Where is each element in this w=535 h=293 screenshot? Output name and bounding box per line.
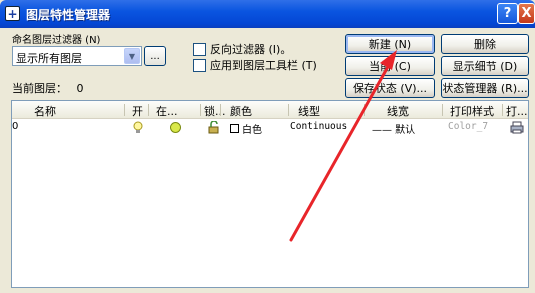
close-button[interactable]: X [518,3,535,24]
table-row[interactable]: 0 白色 Continuous —— 默认 Color_7 [12,120,528,136]
apply-toolbar-label: 应用到图层工具栏 (T) [210,59,317,72]
col-linetype[interactable]: 线型 [298,103,320,119]
state-manager-button[interactable]: 状态管理器 (R)... [441,78,529,98]
current-layer-label: 当前图层： [12,82,67,95]
col-plot[interactable]: 打... [506,103,528,119]
help-button[interactable]: ? [497,3,518,24]
save-state-button[interactable]: 保存状态 (V)... [345,78,435,98]
delete-layer-button[interactable]: 删除 [441,34,529,54]
unlock-icon[interactable] [207,120,220,137]
linetype-value[interactable]: Continuous [290,121,347,132]
sun-icon[interactable] [169,121,182,137]
col-name[interactable]: 名称 [34,103,56,119]
col-on[interactable]: 开 [132,103,143,119]
title-bar: + 图层特性管理器 ? X [0,0,535,28]
lightbulb-icon[interactable] [132,121,144,137]
printer-icon[interactable] [510,121,524,137]
layer-filter-select[interactable]: 显示所有图层 ▼ [12,46,142,66]
table-header: 名称 开 在... 锁... 颜色 线型 线宽 打印样式 打... [12,101,528,119]
window-title: 图层特性管理器 [26,8,111,22]
col-lock[interactable]: 锁... [204,103,226,119]
col-color[interactable]: 颜色 [230,103,252,119]
set-current-button[interactable]: 当前 (C) [345,56,435,76]
color-value: 白色 [242,125,262,136]
col-lineweight[interactable]: 线宽 [387,103,409,119]
app-icon: + [5,6,20,21]
plotstyle-value: Color_7 [448,121,489,132]
invert-filter-checkbox[interactable] [193,42,206,56]
invert-filter-label: 反向过滤器 (I)。 [210,43,292,56]
filter-label: 命名图层过滤器 (N) [12,35,101,46]
current-layer-value: 0 [76,82,84,95]
filter-dialog-button[interactable]: ... [144,46,166,66]
current-layer: 当前图层： 0 [12,80,84,96]
lineweight-value[interactable]: —— 默认 [372,121,415,136]
color-swatch [230,124,239,133]
layer-filter-value: 显示所有图层 [16,52,82,65]
color-cell[interactable]: 白色 [230,121,262,136]
new-layer-button[interactable]: 新建 (N) [345,34,435,54]
show-details-button[interactable]: 显示细节 (D) [441,56,529,76]
col-freeze[interactable]: 在... [156,103,178,119]
layer-name[interactable]: 0 [12,121,18,132]
invert-filter-row[interactable]: 反向过滤器 (I)。 [193,41,291,57]
col-plotstyle[interactable]: 打印样式 [450,103,494,119]
apply-toolbar-checkbox[interactable] [193,58,206,72]
layer-table[interactable]: 名称 开 在... 锁... 颜色 线型 线宽 打印样式 打... 0 白色 C… [11,100,529,288]
chevron-down-icon[interactable]: ▼ [124,48,140,64]
apply-toolbar-row[interactable]: 应用到图层工具栏 (T) [193,57,317,73]
